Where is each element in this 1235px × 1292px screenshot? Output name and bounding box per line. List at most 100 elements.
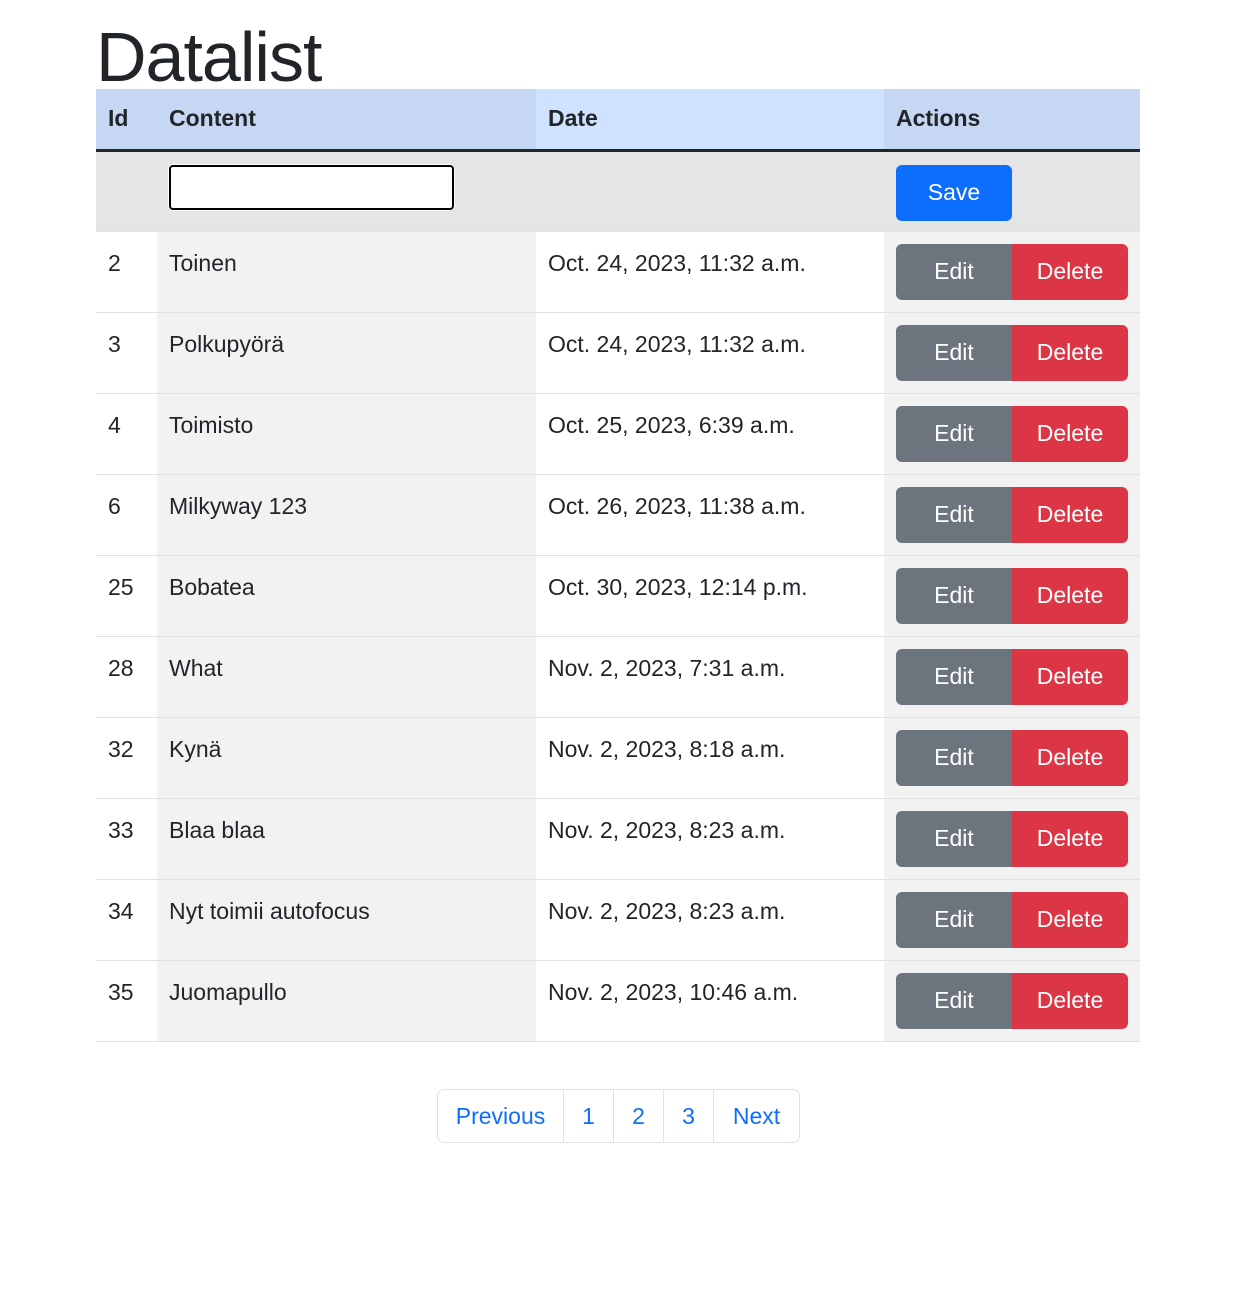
new-entry-id-cell <box>96 150 157 232</box>
row-actions: Edit Delete <box>884 879 1140 961</box>
row-action-group: Edit Delete <box>896 648 1128 705</box>
edit-button[interactable]: Edit <box>896 648 1012 705</box>
delete-button[interactable]: Delete <box>1012 567 1128 624</box>
page-title: Datalist <box>96 18 322 96</box>
table-row: 34 Nyt toimii autofocus Nov. 2, 2023, 8:23… <box>96 879 1140 961</box>
row-id: 32 <box>96 717 157 799</box>
pagination-next[interactable]: Next <box>714 1090 799 1142</box>
row-actions: Edit Delete <box>884 960 1140 1042</box>
row-id: 28 <box>96 636 157 718</box>
row-actions: Edit Delete <box>884 393 1140 475</box>
row-content: What <box>157 636 536 718</box>
row-action-group: Edit Delete <box>896 324 1128 381</box>
table-row: 6 Milkyway 123 Oct. 26, 2023, 11:38 a.m. Ed… <box>96 474 1140 556</box>
new-content-input[interactable] <box>168 163 455 211</box>
row-action-group: Edit Delete <box>896 810 1128 867</box>
row-id: 35 <box>96 960 157 1042</box>
row-action-group: Edit Delete <box>896 567 1128 624</box>
row-date: Oct. 24, 2023, 11:32 a.m. <box>536 312 884 394</box>
table-row: 35 Juomapullo Nov. 2, 2023, 10:46 a.m. Edit… <box>96 960 1140 1042</box>
row-date: Nov. 2, 2023, 8:23 a.m. <box>536 879 884 961</box>
row-action-group: Edit Delete <box>896 891 1128 948</box>
row-content: Milkyway 123 <box>157 474 536 556</box>
row-id: 2 <box>96 231 157 313</box>
header-actions: Actions <box>884 89 1140 152</box>
row-date: Nov. 2, 2023, 7:31 a.m. <box>536 636 884 718</box>
row-content: Nyt toimii autofocus <box>157 879 536 961</box>
delete-button[interactable]: Delete <box>1012 486 1128 543</box>
new-entry-content-cell <box>157 150 536 232</box>
table-row: 4 Toimisto Oct. 25, 2023, 6:39 a.m. Edit Del… <box>96 393 1140 475</box>
header-date: Date <box>536 89 884 152</box>
table-row: 2 Toinen Oct. 24, 2023, 11:32 a.m. Edit Dele… <box>96 231 1140 313</box>
row-id: 25 <box>96 555 157 637</box>
edit-button[interactable]: Edit <box>896 243 1012 300</box>
row-actions: Edit Delete <box>884 555 1140 637</box>
row-date: Nov. 2, 2023, 8:23 a.m. <box>536 798 884 880</box>
row-date: Oct. 25, 2023, 6:39 a.m. <box>536 393 884 475</box>
row-id: 33 <box>96 798 157 880</box>
pagination-previous[interactable]: Previous <box>438 1090 564 1142</box>
edit-button[interactable]: Edit <box>896 891 1012 948</box>
row-date: Nov. 2, 2023, 10:46 a.m. <box>536 960 884 1042</box>
row-id: 3 <box>96 312 157 394</box>
table-row: 32 Kynä Nov. 2, 2023, 8:18 a.m. Edit Delete <box>96 717 1140 799</box>
delete-button[interactable]: Delete <box>1012 243 1128 300</box>
header-id: Id <box>96 89 157 152</box>
row-content: Toimisto <box>157 393 536 475</box>
row-content: Polkupyörä <box>157 312 536 394</box>
delete-button[interactable]: Delete <box>1012 891 1128 948</box>
edit-button[interactable]: Edit <box>896 810 1012 867</box>
pagination-page-1[interactable]: 1 <box>564 1090 614 1142</box>
delete-button[interactable]: Delete <box>1012 648 1128 705</box>
delete-button[interactable]: Delete <box>1012 405 1128 462</box>
table-row: 25 Bobatea Oct. 30, 2023, 12:14 p.m. Edit De… <box>96 555 1140 637</box>
row-actions: Edit Delete <box>884 474 1140 556</box>
row-content: Bobatea <box>157 555 536 637</box>
table-row: 3 Polkupyörä Oct. 24, 2023, 11:32 a.m. Edit… <box>96 312 1140 394</box>
edit-button[interactable]: Edit <box>896 324 1012 381</box>
row-actions: Edit Delete <box>884 231 1140 313</box>
new-entry-row: Save <box>96 150 1140 232</box>
delete-button[interactable]: Delete <box>1012 729 1128 786</box>
row-actions: Edit Delete <box>884 798 1140 880</box>
row-content: Blaa blaa <box>157 798 536 880</box>
row-action-group: Edit Delete <box>896 243 1128 300</box>
delete-button[interactable]: Delete <box>1012 810 1128 867</box>
main-container: Datalist Id Content Date Actions Save 2 … <box>96 0 1140 1042</box>
edit-button[interactable]: Edit <box>896 567 1012 624</box>
table-header-row: Id Content Date Actions <box>96 89 1140 152</box>
table-row: 33 Blaa blaa Nov. 2, 2023, 8:23 a.m. Edit De… <box>96 798 1140 880</box>
header-content: Content <box>157 89 536 152</box>
row-actions: Edit Delete <box>884 717 1140 799</box>
row-action-group: Edit Delete <box>896 972 1128 1029</box>
row-id: 34 <box>96 879 157 961</box>
row-id: 6 <box>96 474 157 556</box>
save-button[interactable]: Save <box>896 164 1012 221</box>
edit-button[interactable]: Edit <box>896 972 1012 1029</box>
pagination-page-2[interactable]: 2 <box>614 1090 664 1142</box>
datalist-table: Id Content Date Actions Save 2 Toinen Oct.… <box>96 89 1140 1042</box>
row-action-group: Edit Delete <box>896 405 1128 462</box>
row-action-group: Edit Delete <box>896 729 1128 786</box>
pagination-page-3[interactable]: 3 <box>664 1090 714 1142</box>
row-action-group: Edit Delete <box>896 486 1128 543</box>
delete-button[interactable]: Delete <box>1012 972 1128 1029</box>
row-date: Oct. 26, 2023, 11:38 a.m. <box>536 474 884 556</box>
table-row: 28 What Nov. 2, 2023, 7:31 a.m. Edit Delete <box>96 636 1140 718</box>
row-content: Kynä <box>157 717 536 799</box>
delete-button[interactable]: Delete <box>1012 324 1128 381</box>
row-actions: Edit Delete <box>884 312 1140 394</box>
row-date: Nov. 2, 2023, 8:18 a.m. <box>536 717 884 799</box>
row-id: 4 <box>96 393 157 475</box>
row-content: Juomapullo <box>157 960 536 1042</box>
row-date: Oct. 30, 2023, 12:14 p.m. <box>536 555 884 637</box>
pagination: Previous 1 2 3 Next <box>437 1089 800 1143</box>
new-entry-actions-cell: Save <box>884 150 1140 232</box>
new-entry-date-cell <box>536 150 884 232</box>
row-date: Oct. 24, 2023, 11:32 a.m. <box>536 231 884 313</box>
edit-button[interactable]: Edit <box>896 486 1012 543</box>
edit-button[interactable]: Edit <box>896 729 1012 786</box>
edit-button[interactable]: Edit <box>896 405 1012 462</box>
row-content: Toinen <box>157 231 536 313</box>
